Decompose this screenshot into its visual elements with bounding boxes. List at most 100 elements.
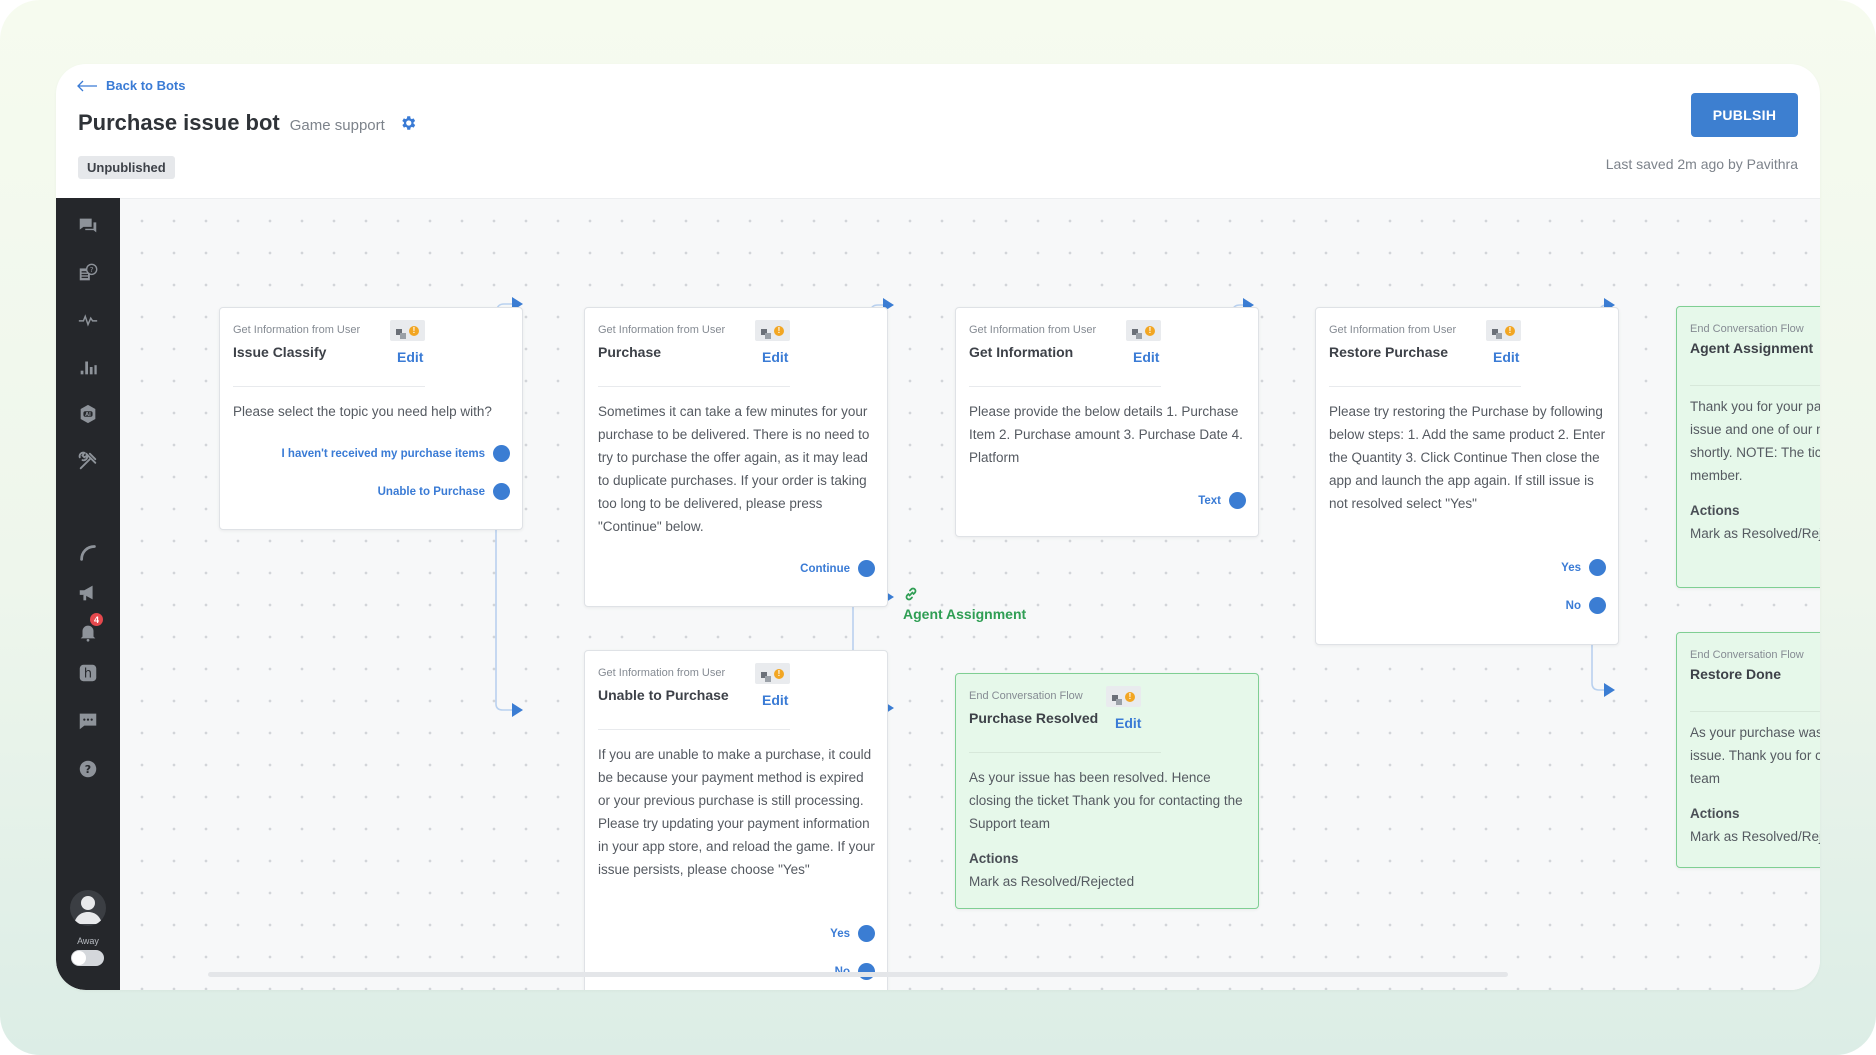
node-badges: ! bbox=[1106, 686, 1141, 707]
node-title: Issue Classify bbox=[233, 344, 327, 360]
output-port[interactable] bbox=[858, 560, 875, 577]
edit-link[interactable]: Edit bbox=[762, 692, 788, 708]
output-label: Text bbox=[1198, 494, 1221, 507]
actions-heading: Actions bbox=[969, 851, 1019, 866]
sidebar-item-notifications[interactable]: 4 bbox=[56, 613, 120, 646]
node-purchase[interactable]: Get Information from User Purchase ! Edi… bbox=[584, 307, 888, 607]
actions-heading: Actions bbox=[1690, 806, 1740, 821]
node-badges: ! bbox=[755, 663, 790, 684]
node-badges: ! bbox=[1486, 320, 1521, 341]
node-title: Unable to Purchase bbox=[598, 687, 729, 703]
divider bbox=[1690, 385, 1820, 386]
screenshot-frame: Back to Bots Purchase issue bot Game sup… bbox=[0, 0, 1876, 1055]
translate-icon bbox=[1112, 692, 1122, 705]
svg-text:h: h bbox=[84, 667, 92, 682]
reports-icon bbox=[80, 361, 97, 375]
horizontal-scrollbar[interactable] bbox=[208, 972, 1508, 977]
node-get-information[interactable]: Get Information from User Get Informatio… bbox=[955, 307, 1259, 537]
sidebar-item-conversations[interactable] bbox=[56, 212, 120, 240]
node-title: Get Information bbox=[969, 344, 1074, 360]
conversations-icon bbox=[79, 218, 97, 233]
back-to-bots-link[interactable]: Back to Bots bbox=[76, 78, 185, 93]
output-port[interactable] bbox=[493, 483, 510, 500]
edit-link[interactable]: Edit bbox=[1133, 349, 1159, 365]
node-title: Purchase bbox=[598, 344, 662, 360]
warning-icon: ! bbox=[1145, 325, 1155, 336]
megaphone-icon bbox=[79, 585, 93, 601]
node-badges: ! bbox=[390, 320, 425, 341]
node-type-label: End Conversation Flow bbox=[969, 690, 1083, 702]
divider bbox=[598, 386, 790, 387]
node-purchase-resolved[interactable]: End Conversation Flow Purchase Resolved … bbox=[955, 673, 1259, 909]
back-to-bots-label: Back to Bots bbox=[106, 78, 186, 93]
output-received-items[interactable]: I haven't received my purchase items bbox=[282, 445, 510, 462]
node-badges: ! bbox=[1126, 320, 1161, 341]
output-unable-to-purchase[interactable]: Unable to Purchase bbox=[378, 483, 510, 500]
sidebar-item-phone[interactable] bbox=[56, 538, 120, 566]
edit-link[interactable]: Edit bbox=[1493, 349, 1519, 365]
sidebar-item-reports[interactable] bbox=[56, 353, 120, 381]
node-message: Thank you for your patience. We noted th… bbox=[1690, 399, 1820, 483]
warning-icon: ! bbox=[774, 668, 784, 679]
node-type-label: Get Information from User bbox=[598, 667, 726, 679]
last-saved-text: Last saved 2m ago by Pavithra bbox=[1605, 156, 1798, 172]
node-issue-classify[interactable]: Get Information from User Issue Classify… bbox=[219, 307, 523, 530]
publish-button[interactable]: PUBLSIH bbox=[1691, 93, 1798, 137]
bot-builder-window: Back to Bots Purchase issue bot Game sup… bbox=[56, 64, 1820, 990]
sidebar: ? AI 4 h ? Away bbox=[56, 198, 120, 990]
output-yes[interactable]: Yes bbox=[830, 925, 875, 942]
node-agent-assignment[interactable]: End Conversation Flow Agent Assignment T… bbox=[1676, 306, 1820, 588]
edit-link[interactable]: Edit bbox=[397, 349, 423, 365]
divider bbox=[1329, 386, 1521, 387]
status-badge: Unpublished bbox=[78, 156, 175, 179]
avatar[interactable] bbox=[70, 890, 106, 926]
output-label: Yes bbox=[1561, 561, 1581, 574]
sidebar-item-chat[interactable] bbox=[56, 707, 120, 735]
output-text[interactable]: Text bbox=[1198, 492, 1246, 509]
sidebar-item-campaigns[interactable] bbox=[56, 579, 120, 607]
edit-link[interactable]: Edit bbox=[762, 349, 788, 365]
sidebar-item-help-center[interactable]: h bbox=[56, 659, 120, 687]
node-unable-to-purchase[interactable]: Get Information from User Unable to Purc… bbox=[584, 650, 888, 990]
flow-canvas[interactable]: Get Information from User Issue Classify… bbox=[120, 198, 1820, 990]
node-restore-done[interactable]: End Conversation Flow Restore Done ! Edi… bbox=[1676, 632, 1820, 868]
output-port[interactable] bbox=[1589, 559, 1606, 576]
sidebar-item-faq[interactable]: ? bbox=[56, 259, 120, 287]
output-no[interactable]: No bbox=[1566, 597, 1606, 614]
question-icon: ? bbox=[79, 760, 97, 778]
node-message: As your issue has been resolved. Hence c… bbox=[969, 770, 1243, 831]
warning-icon: ! bbox=[774, 325, 784, 336]
sidebar-item-activity[interactable] bbox=[56, 306, 120, 334]
output-port[interactable] bbox=[1589, 597, 1606, 614]
translate-icon bbox=[761, 669, 771, 682]
node-message: Please provide the below details 1. Purc… bbox=[969, 404, 1243, 465]
node-type-label: Get Information from User bbox=[969, 324, 1097, 336]
presence-status-label: Away bbox=[77, 936, 99, 946]
presence-toggle[interactable] bbox=[71, 950, 104, 966]
node-title: Purchase Resolved bbox=[969, 710, 1099, 726]
output-port[interactable] bbox=[858, 925, 875, 942]
node-type-label: End Conversation Flow bbox=[1690, 649, 1804, 661]
output-port[interactable] bbox=[1229, 492, 1246, 509]
output-yes[interactable]: Yes bbox=[1561, 559, 1606, 576]
actions-value: Mark as Resolved/Rejected bbox=[969, 874, 1135, 889]
warning-icon: ! bbox=[409, 325, 419, 336]
edit-link[interactable]: Edit bbox=[1115, 715, 1141, 731]
output-label: Continue bbox=[800, 562, 850, 575]
arrow-restore-done bbox=[1604, 683, 1615, 697]
node-type-label: End Conversation Flow bbox=[1690, 323, 1804, 335]
sidebar-item-help[interactable]: ? bbox=[56, 755, 120, 783]
sidebar-item-tools[interactable] bbox=[56, 447, 120, 475]
goto-agent-assignment[interactable]: Agent Assignment bbox=[903, 586, 1026, 622]
node-title: Restore Purchase bbox=[1329, 344, 1449, 360]
node-message: If you are unable to make a purchase, it… bbox=[598, 747, 875, 877]
chat-icon bbox=[79, 713, 97, 730]
gear-icon[interactable] bbox=[399, 114, 417, 132]
output-continue[interactable]: Continue bbox=[800, 560, 875, 577]
output-label: I haven't received my purchase items bbox=[281, 447, 485, 460]
output-port[interactable] bbox=[493, 445, 510, 462]
divider bbox=[1690, 711, 1820, 712]
sidebar-item-ai[interactable]: AI bbox=[56, 400, 120, 428]
node-restore-purchase[interactable]: Get Information from User Restore Purcha… bbox=[1315, 307, 1619, 645]
arrow-left-icon bbox=[77, 80, 97, 91]
